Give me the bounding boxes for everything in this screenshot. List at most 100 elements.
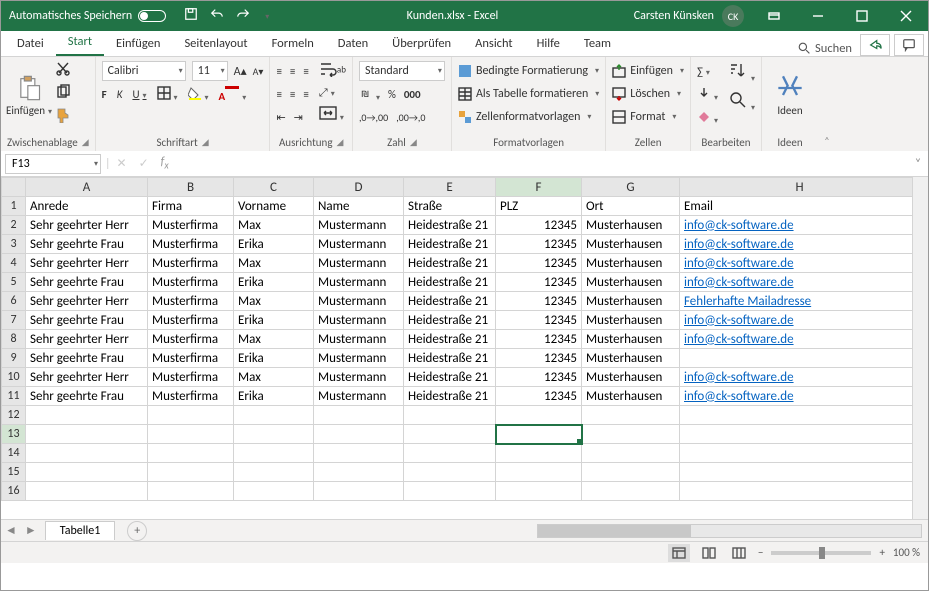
cell[interactable]: Erika xyxy=(234,235,314,254)
email-link[interactable]: info@ck-software.de xyxy=(684,218,794,233)
dialog-launcher-icon[interactable]: ◢ xyxy=(202,137,209,148)
decrease-decimal-icon[interactable]: ,00→,0 xyxy=(396,111,425,124)
cell[interactable]: Musterhausen xyxy=(582,387,680,406)
cell[interactable]: info@ck-software.de xyxy=(680,387,920,406)
cell[interactable]: Sehr geehrter Herr xyxy=(26,216,148,235)
row-header[interactable]: 13 xyxy=(2,425,26,444)
fill-button[interactable] xyxy=(697,86,718,103)
cell[interactable]: Fehlerhafte Mailadresse xyxy=(680,292,920,311)
zoom-level[interactable]: 100 % xyxy=(893,546,920,559)
cancel-formula-icon[interactable]: ✕ xyxy=(111,156,133,171)
cell[interactable]: Musterhausen xyxy=(582,273,680,292)
cell[interactable]: Max xyxy=(234,254,314,273)
cell[interactable]: 12345 xyxy=(496,330,582,349)
cell[interactable]: 12345 xyxy=(496,292,582,311)
minimize-icon[interactable] xyxy=(796,1,840,31)
cell[interactable] xyxy=(496,482,582,501)
row-header[interactable]: 6 xyxy=(2,292,26,311)
cell[interactable]: Mustermann xyxy=(314,216,404,235)
clear-button[interactable] xyxy=(697,109,718,126)
tell-me-search[interactable]: Suchen xyxy=(790,41,860,56)
select-all-corner[interactable] xyxy=(2,178,26,197)
cell[interactable]: Heidestraße 21 xyxy=(404,387,496,406)
zoom-out-icon[interactable]: − xyxy=(758,546,763,559)
cell[interactable] xyxy=(582,444,680,463)
row-header[interactable]: 15 xyxy=(2,463,26,482)
find-select-button[interactable] xyxy=(728,90,755,113)
cell[interactable]: Heidestraße 21 xyxy=(404,254,496,273)
cell[interactable]: info@ck-software.de xyxy=(680,273,920,292)
row-header[interactable]: 8 xyxy=(2,330,26,349)
cell[interactable] xyxy=(496,425,582,444)
cell[interactable]: Mustermann xyxy=(314,349,404,368)
comma-format-icon[interactable]: 000 xyxy=(404,88,421,101)
sheet-tab[interactable]: Tabelle1 xyxy=(45,521,116,540)
paste-button[interactable]: Einfügen xyxy=(7,61,51,129)
tab-daten[interactable]: Daten xyxy=(326,32,380,56)
conditional-formatting-button[interactable]: Bedingte Formatierung xyxy=(458,61,599,81)
cell[interactable]: 12345 xyxy=(496,216,582,235)
tab-seitenlayout[interactable]: Seitenlayout xyxy=(172,32,259,56)
font-size-combo[interactable]: 11 xyxy=(192,61,228,81)
horizontal-scrollbar[interactable] xyxy=(537,524,922,538)
cell[interactable]: Musterfirma xyxy=(148,273,234,292)
cell[interactable] xyxy=(404,482,496,501)
underline-button[interactable]: U xyxy=(132,88,146,101)
qat-dropdown[interactable] xyxy=(262,9,269,23)
row-header[interactable]: 7 xyxy=(2,311,26,330)
ribbon-display-icon[interactable] xyxy=(752,1,796,31)
email-link[interactable]: info@ck-software.de xyxy=(684,256,794,271)
cell[interactable] xyxy=(148,406,234,425)
cell[interactable]: Musterfirma xyxy=(148,235,234,254)
row-header[interactable]: 2 xyxy=(2,216,26,235)
cell[interactable] xyxy=(234,463,314,482)
user-account[interactable]: Carsten Künsken CK xyxy=(626,5,752,27)
row-header[interactable]: 16 xyxy=(2,482,26,501)
cell[interactable]: Mustermann xyxy=(314,235,404,254)
cell[interactable]: Mustermann xyxy=(314,311,404,330)
cell[interactable]: Email xyxy=(680,197,920,216)
increase-decimal-icon[interactable]: ,0→,00 xyxy=(359,111,388,124)
ideas-button[interactable]: Ideen xyxy=(768,61,812,129)
cell[interactable]: Musterhausen xyxy=(582,368,680,387)
normal-view-icon[interactable] xyxy=(668,544,690,562)
autosave-toggle[interactable]: Automatisches Speichern xyxy=(1,9,174,23)
dialog-launcher-icon[interactable]: ◢ xyxy=(82,137,89,148)
row-header[interactable]: 12 xyxy=(2,406,26,425)
cell[interactable] xyxy=(404,444,496,463)
cell[interactable]: Mustermann xyxy=(314,330,404,349)
cell[interactable] xyxy=(26,444,148,463)
cell[interactable] xyxy=(234,482,314,501)
align-right-icon[interactable]: ≡ xyxy=(303,88,308,101)
cell[interactable] xyxy=(314,463,404,482)
share-button[interactable] xyxy=(860,34,890,56)
email-link[interactable]: info@ck-software.de xyxy=(684,370,794,385)
cut-icon[interactable] xyxy=(55,61,71,80)
cell-styles-button[interactable]: Zellenformatvorlagen xyxy=(458,107,599,127)
sheet-nav-next-icon[interactable]: ► xyxy=(21,523,41,538)
column-header[interactable]: A xyxy=(26,178,148,197)
cell[interactable]: info@ck-software.de xyxy=(680,235,920,254)
cell[interactable]: Vorname xyxy=(234,197,314,216)
cell[interactable]: info@ck-software.de xyxy=(680,216,920,235)
cell[interactable]: Name xyxy=(314,197,404,216)
cell[interactable] xyxy=(496,463,582,482)
cell[interactable]: Musterfirma xyxy=(148,216,234,235)
cell[interactable]: Firma xyxy=(148,197,234,216)
cell[interactable]: Ort xyxy=(582,197,680,216)
cell[interactable] xyxy=(496,406,582,425)
copy-icon[interactable] xyxy=(55,84,71,103)
cell[interactable] xyxy=(148,425,234,444)
format-painter-icon[interactable] xyxy=(55,107,71,126)
font-color-button[interactable]: A xyxy=(219,86,247,103)
tab-formeln[interactable]: Formeln xyxy=(260,32,326,56)
cell[interactable] xyxy=(680,425,920,444)
cell[interactable] xyxy=(314,444,404,463)
cell[interactable] xyxy=(26,406,148,425)
decrease-indent-icon[interactable]: ⇤ xyxy=(276,111,285,124)
cell[interactable] xyxy=(680,349,920,368)
email-link[interactable]: info@ck-software.de xyxy=(684,313,794,328)
orientation-button[interactable]: ⤢ xyxy=(319,86,346,100)
fill-color-button[interactable] xyxy=(188,86,209,103)
cell[interactable]: 12345 xyxy=(496,235,582,254)
